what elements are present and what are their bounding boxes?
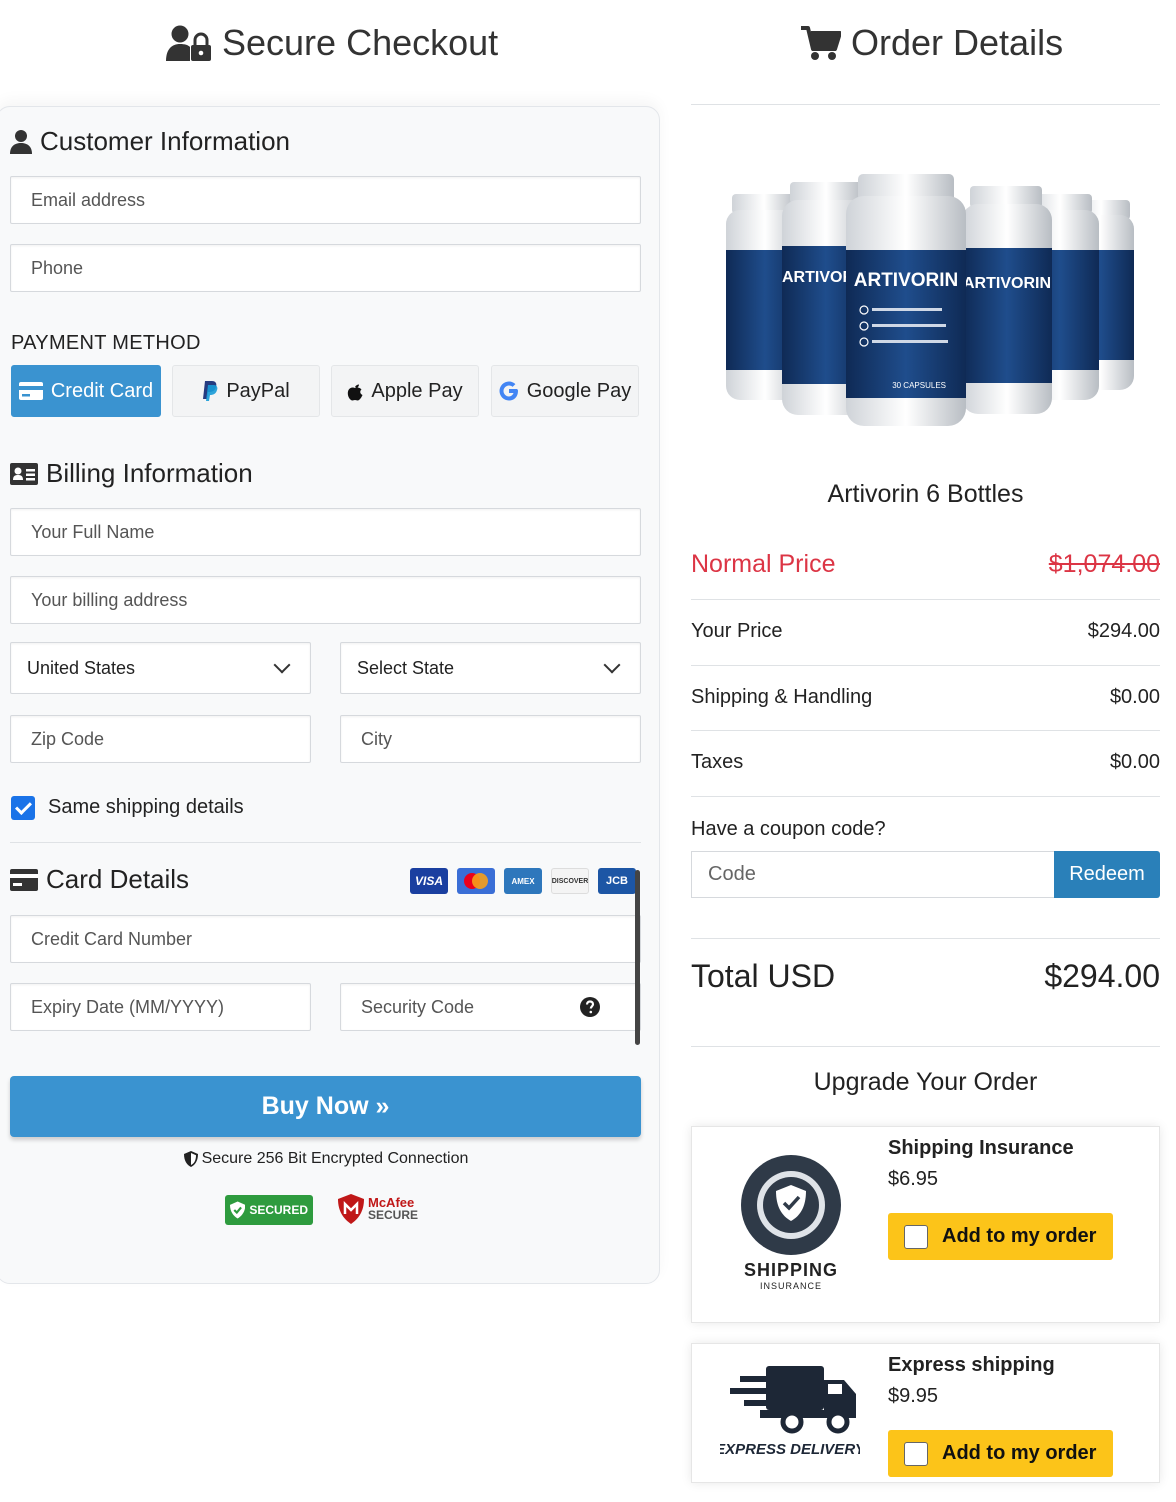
chevron-down-icon — [273, 656, 291, 674]
add-to-order-button[interactable]: Add to my order — [888, 1430, 1113, 1477]
secure-checkout-heading: Secure Checkout — [166, 22, 498, 64]
svg-text:INSURANCE: INSURANCE — [760, 1281, 822, 1291]
divider — [691, 104, 1160, 105]
svg-text:ARTIVORIN: ARTIVORIN — [963, 275, 1051, 292]
payment-google-pay-button[interactable]: Google Pay — [491, 365, 639, 417]
phone-field[interactable]: Phone — [10, 244, 641, 292]
security-code-field[interactable]: Security Code — [340, 983, 641, 1031]
country-select[interactable]: United States — [10, 642, 311, 694]
zip-code-field[interactable]: Zip Code — [10, 715, 311, 763]
same-shipping-checkbox[interactable] — [11, 796, 35, 820]
add-to-order-button[interactable]: Add to my order — [888, 1213, 1113, 1260]
taxes-row: Taxes $0.00 — [691, 751, 1160, 773]
order-details-heading: Order Details — [801, 22, 1063, 64]
full-name-field[interactable]: Your Full Name — [10, 508, 641, 556]
email-field[interactable]: Email address — [10, 176, 641, 224]
svg-text:30 CAPSULES: 30 CAPSULES — [892, 381, 946, 390]
total-row: Total USD $294.00 — [691, 958, 1160, 994]
redeem-button[interactable]: Redeem — [1054, 851, 1160, 898]
trust-secured-badge: SECURED — [225, 1195, 313, 1225]
customer-info-title: Customer Information — [10, 126, 290, 157]
express-delivery-logo: EXPRESS DELIVERY — [720, 1366, 860, 1458]
upsell-title: Express shipping — [888, 1354, 1055, 1376]
buy-now-button[interactable]: Buy Now » — [10, 1076, 641, 1137]
upsell-price: $9.95 — [888, 1385, 939, 1407]
card-number-field[interactable]: Credit Card Number — [10, 915, 641, 963]
add-checkbox[interactable] — [904, 1224, 928, 1249]
credit-card-icon — [10, 868, 38, 891]
normal-price-value: $1,074.00 — [1048, 550, 1160, 578]
svg-text:SHIPPING: SHIPPING — [744, 1260, 838, 1280]
shipping-insurance-logo: SHIPPING INSURANCE — [741, 1155, 841, 1291]
svg-text:EXPRESS DELIVERY: EXPRESS DELIVERY — [720, 1441, 860, 1458]
question-circle-icon[interactable] — [580, 997, 600, 1017]
coupon-input[interactable]: Code — [691, 851, 1055, 898]
coupon-label: Have a coupon code? — [691, 818, 886, 840]
express-shipping-upsell: EXPRESS DELIVERY Express shipping $9.95 … — [691, 1343, 1160, 1483]
taxes-value: $0.00 — [1109, 751, 1160, 773]
divider — [691, 938, 1160, 939]
payment-paypal-button[interactable]: PayPal — [172, 365, 320, 417]
credit-card-icon — [18, 382, 43, 400]
shipping-value: $0.00 — [1109, 686, 1160, 708]
divider — [691, 665, 1160, 666]
mastercard-logo — [457, 868, 495, 894]
add-checkbox[interactable] — [904, 1441, 928, 1466]
bottle: ARTIVORIN — [962, 186, 1052, 414]
expiry-date-field[interactable]: Expiry Date (MM/YYYY) — [10, 983, 311, 1031]
discover-logo: DISCOVER — [551, 868, 589, 894]
bottle: ARTIVORIN 30 CAPSULES — [846, 174, 966, 426]
billing-address-field[interactable]: Your billing address — [10, 576, 641, 624]
mcafee-secure-badge: McAfee SECURE — [338, 1192, 428, 1226]
upsell-price: $6.95 — [888, 1168, 939, 1190]
upgrade-title: Upgrade Your Order — [813, 1068, 1038, 1096]
secure-connection-text: Secure 256 Bit Encrypted Connection — [0, 1150, 652, 1168]
jcb-logo: JCB — [598, 868, 636, 894]
divider — [691, 599, 1160, 600]
amex-logo: AMEX — [504, 868, 542, 894]
total-value: $294.00 — [1044, 958, 1160, 994]
user-lock-icon — [166, 25, 211, 61]
shield-check-icon — [230, 1201, 246, 1219]
shipping-insurance-upsell: SHIPPING INSURANCE Shipping Insurance $6… — [691, 1126, 1160, 1323]
city-field[interactable]: City — [340, 715, 641, 763]
divider — [691, 1046, 1160, 1047]
billing-info-title: Billing Information — [10, 458, 253, 489]
shipping-row: Shipping & Handling $0.00 — [691, 686, 1160, 708]
address-card-icon — [10, 462, 38, 485]
payment-credit-card-button[interactable]: Credit Card — [11, 365, 161, 417]
normal-price-row: Normal Price $1,074.00 — [691, 550, 1160, 578]
divider — [691, 730, 1160, 731]
state-select[interactable]: Select State — [340, 642, 641, 694]
product-bottles-image: ARTIVORIN ARTIVORIN ARTIVORIN 30 CAPSULE… — [726, 174, 1134, 426]
visa-logo: VISA — [410, 868, 448, 894]
google-icon — [499, 381, 518, 401]
paypal-icon — [203, 381, 218, 401]
same-shipping-label: Same shipping details — [48, 796, 244, 818]
mcafee-shield-icon — [338, 1194, 364, 1224]
user-icon — [10, 129, 32, 154]
divider — [691, 796, 1160, 797]
shield-icon — [183, 1151, 198, 1167]
card-details-title: Card Details — [10, 864, 189, 895]
page-title-left: Secure Checkout — [222, 22, 499, 63]
mastercard-circles-icon — [464, 873, 488, 889]
scrollbar[interactable] — [635, 870, 640, 1045]
divider — [10, 842, 641, 843]
page-title-right: Order Details — [851, 22, 1064, 63]
payment-apple-pay-button[interactable]: Apple Pay — [331, 365, 479, 417]
upsell-title: Shipping Insurance — [888, 1137, 1074, 1159]
shopping-cart-icon — [801, 26, 841, 60]
your-price-value: $294.00 — [1087, 620, 1160, 642]
product-name: Artivorin 6 Bottles — [827, 480, 1024, 508]
your-price-row: Your Price $294.00 — [691, 620, 1160, 642]
apple-icon — [348, 384, 363, 400]
chevron-down-icon — [603, 656, 621, 674]
svg-text:ARTIVORIN: ARTIVORIN — [854, 270, 959, 291]
payment-method-label: PAYMENT METHOD — [11, 332, 201, 354]
